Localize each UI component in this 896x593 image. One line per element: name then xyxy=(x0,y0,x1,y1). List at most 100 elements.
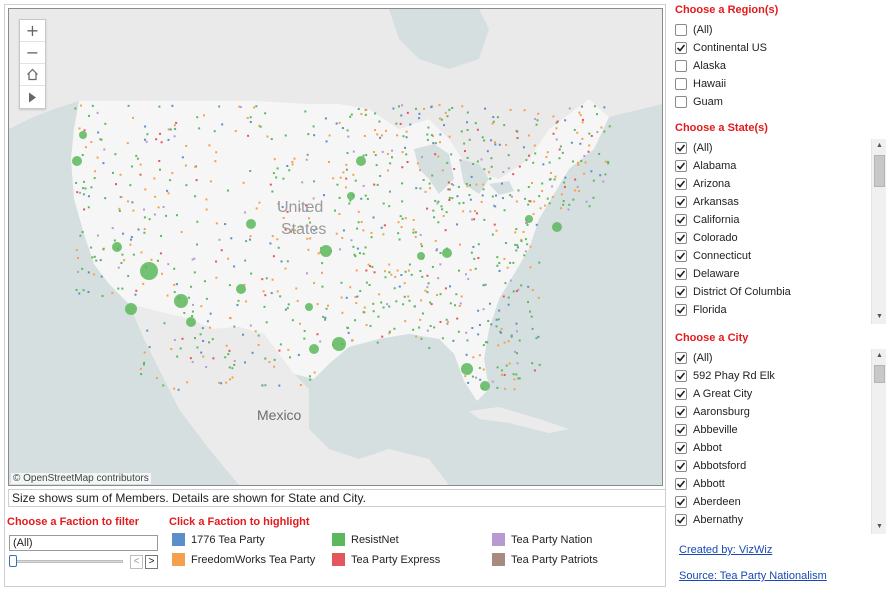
member-dot[interactable] xyxy=(446,161,449,164)
member-dot[interactable] xyxy=(350,113,353,116)
member-dot[interactable] xyxy=(341,236,344,239)
member-bubble[interactable] xyxy=(305,303,313,311)
member-dot[interactable] xyxy=(347,331,350,334)
member-dot[interactable] xyxy=(129,238,132,241)
member-dot[interactable] xyxy=(533,200,536,203)
member-dot[interactable] xyxy=(430,134,433,137)
member-dot[interactable] xyxy=(211,338,214,341)
member-dot[interactable] xyxy=(536,119,539,122)
member-dot[interactable] xyxy=(418,117,421,120)
member-dot[interactable] xyxy=(457,269,460,272)
member-dot[interactable] xyxy=(202,355,205,358)
member-dot[interactable] xyxy=(75,181,78,184)
member-dot[interactable] xyxy=(245,240,248,243)
member-dot[interactable] xyxy=(359,290,362,293)
member-dot[interactable] xyxy=(518,165,521,168)
member-dot[interactable] xyxy=(284,134,287,137)
region-option[interactable]: (All) xyxy=(675,21,875,39)
member-dot[interactable] xyxy=(602,180,605,183)
member-dot[interactable] xyxy=(578,111,581,114)
member-dot[interactable] xyxy=(202,339,205,342)
member-dot[interactable] xyxy=(393,287,396,290)
member-dot[interactable] xyxy=(215,260,218,263)
member-dot[interactable] xyxy=(469,268,472,271)
member-dot[interactable] xyxy=(472,356,475,359)
member-dot[interactable] xyxy=(437,200,440,203)
member-dot[interactable] xyxy=(405,153,408,156)
member-dot[interactable] xyxy=(357,221,360,224)
checkbox-checked-icon[interactable] xyxy=(675,304,687,316)
member-dot[interactable] xyxy=(488,302,491,305)
member-dot[interactable] xyxy=(549,178,552,181)
member-dot[interactable] xyxy=(577,161,580,164)
member-dot[interactable] xyxy=(228,349,231,352)
checkbox-checked-icon[interactable] xyxy=(675,42,687,54)
member-dot[interactable] xyxy=(518,339,521,342)
member-dot[interactable] xyxy=(554,175,557,178)
member-dot[interactable] xyxy=(372,310,375,313)
member-dot[interactable] xyxy=(87,195,90,198)
member-dot[interactable] xyxy=(398,105,401,108)
member-dot[interactable] xyxy=(466,121,469,124)
member-dot[interactable] xyxy=(564,176,567,179)
member-bubble[interactable] xyxy=(525,215,533,223)
member-dot[interactable] xyxy=(324,316,327,319)
member-dot[interactable] xyxy=(154,195,157,198)
member-dot[interactable] xyxy=(410,273,413,276)
member-dot[interactable] xyxy=(406,111,409,114)
member-dot[interactable] xyxy=(287,303,290,306)
member-dot[interactable] xyxy=(136,157,139,160)
member-dot[interactable] xyxy=(177,388,180,391)
member-dot[interactable] xyxy=(249,116,252,119)
member-dot[interactable] xyxy=(93,273,96,276)
member-dot[interactable] xyxy=(388,271,391,274)
state-option[interactable]: Florida xyxy=(675,301,871,319)
member-dot[interactable] xyxy=(374,112,377,115)
member-dot[interactable] xyxy=(275,176,278,179)
member-dot[interactable] xyxy=(524,197,527,200)
member-dot[interactable] xyxy=(428,182,431,185)
member-dot[interactable] xyxy=(419,187,422,190)
member-dot[interactable] xyxy=(466,111,469,114)
member-dot[interactable] xyxy=(378,293,381,296)
member-dot[interactable] xyxy=(257,334,260,337)
member-dot[interactable] xyxy=(142,282,145,285)
member-dot[interactable] xyxy=(563,185,566,188)
member-dot[interactable] xyxy=(475,376,478,379)
member-dot[interactable] xyxy=(215,276,218,279)
member-dot[interactable] xyxy=(363,134,366,137)
member-dot[interactable] xyxy=(171,104,174,107)
created-by-link[interactable]: Created by: VizWiz xyxy=(679,544,772,556)
member-dot[interactable] xyxy=(284,267,287,270)
member-dot[interactable] xyxy=(444,287,447,290)
member-dot[interactable] xyxy=(515,228,518,231)
member-dot[interactable] xyxy=(372,150,375,153)
member-dot[interactable] xyxy=(462,210,465,213)
member-dot[interactable] xyxy=(175,121,178,124)
member-dot[interactable] xyxy=(429,301,432,304)
member-dot[interactable] xyxy=(509,279,512,282)
member-dot[interactable] xyxy=(505,364,508,367)
member-dot[interactable] xyxy=(365,154,368,157)
member-dot[interactable] xyxy=(356,247,359,250)
member-dot[interactable] xyxy=(355,302,358,305)
member-dot[interactable] xyxy=(559,145,562,148)
member-dot[interactable] xyxy=(159,252,162,255)
member-dot[interactable] xyxy=(296,299,299,302)
member-dot[interactable] xyxy=(537,296,540,299)
member-dot[interactable] xyxy=(471,218,474,221)
member-dot[interactable] xyxy=(321,285,324,288)
member-dot[interactable] xyxy=(470,175,473,178)
member-dot[interactable] xyxy=(76,257,79,260)
member-dot[interactable] xyxy=(596,131,599,134)
member-dot[interactable] xyxy=(398,285,401,288)
member-dot[interactable] xyxy=(338,121,341,124)
member-dot[interactable] xyxy=(79,191,82,194)
member-dot[interactable] xyxy=(439,320,442,323)
member-dot[interactable] xyxy=(514,350,517,353)
member-dot[interactable] xyxy=(284,308,287,311)
member-dot[interactable] xyxy=(215,222,218,225)
member-dot[interactable] xyxy=(456,195,459,198)
member-dot[interactable] xyxy=(100,275,103,278)
member-dot[interactable] xyxy=(447,181,450,184)
